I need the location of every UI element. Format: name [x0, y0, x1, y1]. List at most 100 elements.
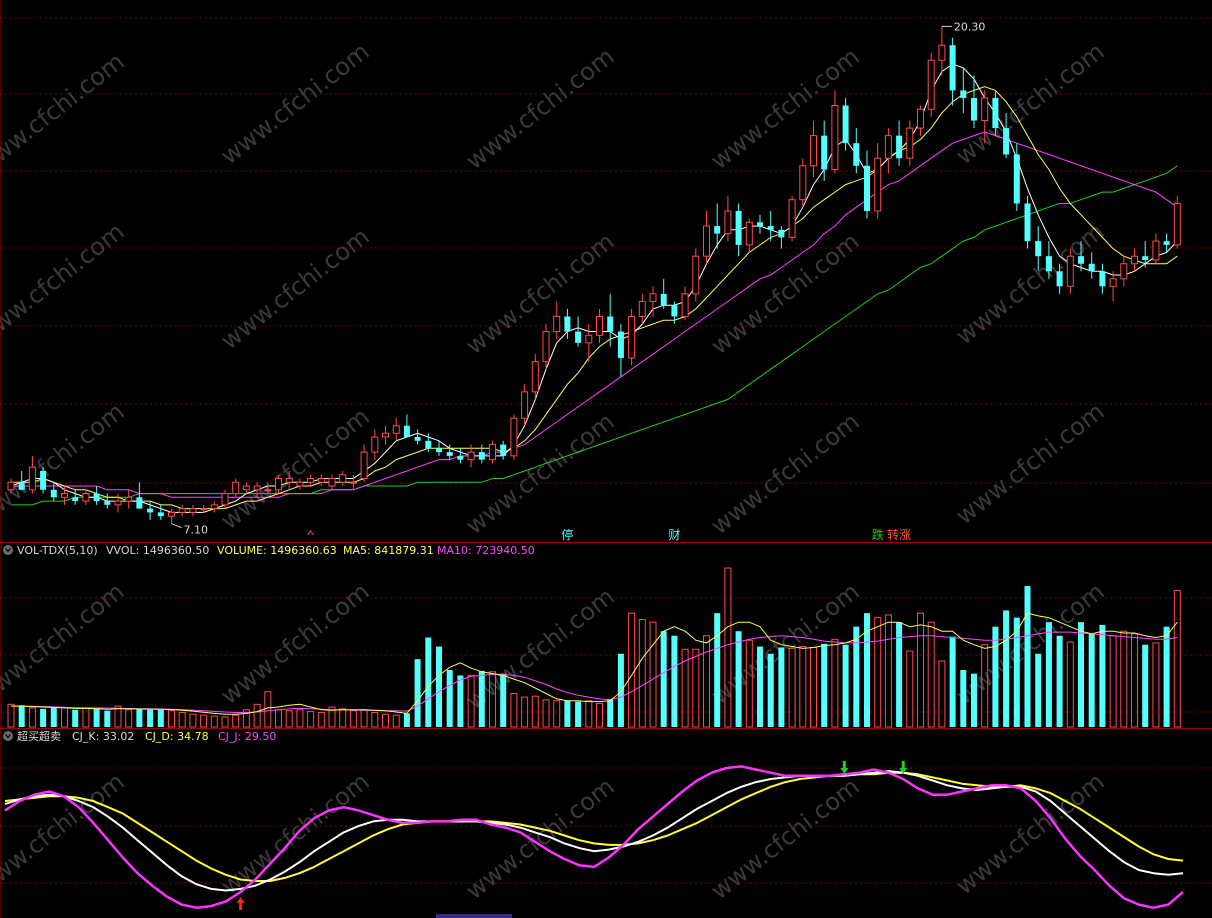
price-candle[interactable]: [339, 470, 347, 487]
volume-bar-up[interactable]: [596, 702, 603, 728]
price-candle[interactable]: [392, 418, 400, 441]
price-candle[interactable]: [1173, 195, 1181, 249]
price-candle[interactable]: [478, 444, 485, 464]
price-candle[interactable]: [50, 482, 57, 502]
price-candle[interactable]: [553, 301, 561, 340]
price-candle[interactable]: [1088, 252, 1095, 279]
volume-bar-up[interactable]: [264, 691, 272, 728]
volume-bar-up[interactable]: [510, 692, 518, 728]
volume-bar-down[interactable]: [1035, 653, 1042, 727]
volume-bar-down[interactable]: [971, 673, 977, 727]
volume-bar-up[interactable]: [168, 710, 175, 728]
volume-bar-down[interactable]: [104, 710, 111, 727]
volume-bar-down[interactable]: [147, 709, 154, 727]
price-candle[interactable]: [596, 308, 603, 343]
price-candle[interactable]: [660, 278, 667, 309]
volume-bar-down[interactable]: [660, 631, 667, 727]
volume-bar-down[interactable]: [960, 670, 967, 727]
volume-bar-up[interactable]: [28, 707, 36, 728]
price-panel[interactable]: 停 财 跌转涨: [7, 25, 1181, 542]
volume-bar-up[interactable]: [810, 646, 817, 728]
volume-bar-down[interactable]: [853, 626, 860, 727]
price-candle[interactable]: [436, 440, 442, 456]
volume-bar-up[interactable]: [232, 714, 240, 728]
price-candle[interactable]: [681, 286, 689, 321]
price-candle[interactable]: [906, 120, 914, 166]
volume-bar-up[interactable]: [938, 660, 946, 728]
price-candle[interactable]: [917, 105, 924, 136]
volume-bar-up[interactable]: [799, 646, 807, 728]
volume-bar-down[interactable]: [436, 646, 442, 727]
price-candle[interactable]: [189, 504, 197, 517]
price-candle[interactable]: [1120, 256, 1128, 287]
price-candle[interactable]: [1131, 248, 1138, 272]
price-candle[interactable]: [136, 482, 143, 509]
price-candle[interactable]: [542, 324, 550, 370]
volume-bar-down[interactable]: [446, 670, 453, 727]
volume-bar-down[interactable]: [136, 708, 143, 727]
volume-bar-up[interactable]: [628, 612, 636, 728]
volume-bar-up[interactable]: [927, 621, 935, 728]
volume-bar-down[interactable]: [40, 708, 47, 727]
price-candle[interactable]: [778, 226, 785, 249]
event-marker-label[interactable]: 跌: [872, 527, 884, 542]
price-candle[interactable]: [864, 150, 870, 219]
volume-bar-down[interactable]: [72, 709, 79, 727]
volume-bar-up[interactable]: [189, 713, 197, 728]
price-candle[interactable]: [874, 143, 882, 219]
volume-bar-down[interactable]: [414, 659, 421, 727]
price-candle[interactable]: [414, 429, 421, 445]
event-marker-label[interactable]: 财: [668, 528, 680, 542]
volume-bar-up[interactable]: [884, 614, 892, 728]
volume-bar-down[interactable]: [157, 709, 164, 727]
volume-bar-up[interactable]: [703, 635, 710, 728]
price-candle[interactable]: [788, 195, 796, 242]
cj-menu-icon[interactable]: [3, 731, 13, 741]
volume-bar-up[interactable]: [392, 714, 400, 728]
volume-bar-up[interactable]: [1152, 642, 1160, 728]
price-candle[interactable]: [831, 90, 839, 174]
price-candle[interactable]: [949, 37, 956, 106]
price-candle[interactable]: [382, 425, 389, 445]
price-candle[interactable]: [638, 293, 646, 325]
volume-bar-up[interactable]: [1120, 630, 1128, 728]
scroll-indicator[interactable]: [436, 914, 512, 918]
volume-bar-down[interactable]: [403, 713, 410, 727]
volume-indicator-name[interactable]: VOL-TDX(5,10): [17, 544, 98, 557]
volume-bar-up[interactable]: [692, 648, 700, 728]
price-candle[interactable]: [564, 308, 571, 340]
price-candle[interactable]: [168, 508, 175, 524]
price-candle[interactable]: [500, 440, 507, 460]
price-candle[interactable]: [927, 52, 935, 117]
volume-bar-down[interactable]: [778, 647, 785, 727]
price-candle[interactable]: [104, 493, 111, 509]
volume-bar-up[interactable]: [542, 699, 550, 728]
volume-bar-down[interactable]: [50, 707, 57, 727]
price-candle[interactable]: [489, 440, 496, 464]
price-candle[interactable]: [178, 504, 186, 517]
volume-bar-up[interactable]: [917, 612, 924, 728]
volume-bar-up[interactable]: [906, 650, 914, 728]
price-candle[interactable]: [745, 218, 753, 253]
price-candle[interactable]: [628, 308, 636, 366]
price-candle[interactable]: [40, 467, 47, 494]
stock-chart-window[interactable]: www.cfchi.com www.cfchi.com www.cfchi.com w…: [0, 0, 1212, 918]
price-candle[interactable]: [114, 493, 122, 513]
volume-menu-icon[interactable]: [3, 545, 13, 555]
price-candle[interactable]: [125, 489, 133, 509]
volume-bar-up[interactable]: [788, 647, 796, 728]
volume-bar-down[interactable]: [1056, 635, 1063, 727]
volume-bar-down[interactable]: [1163, 626, 1170, 727]
price-candle[interactable]: [510, 414, 518, 460]
price-candle[interactable]: [307, 474, 315, 487]
volume-bar-down[interactable]: [575, 701, 582, 727]
price-candle[interactable]: [853, 128, 860, 174]
volume-bar-down[interactable]: [564, 700, 571, 727]
candlestick-chart[interactable]: www.cfchi.com www.cfchi.com www.cfchi.com w…: [0, 0, 1212, 918]
price-candle[interactable]: [799, 158, 807, 208]
price-candle[interactable]: [703, 210, 710, 264]
price-candle[interactable]: [1152, 233, 1160, 264]
volume-bar-down[interactable]: [757, 646, 763, 727]
price-candle[interactable]: [1024, 195, 1031, 249]
price-candle[interactable]: [757, 214, 763, 234]
